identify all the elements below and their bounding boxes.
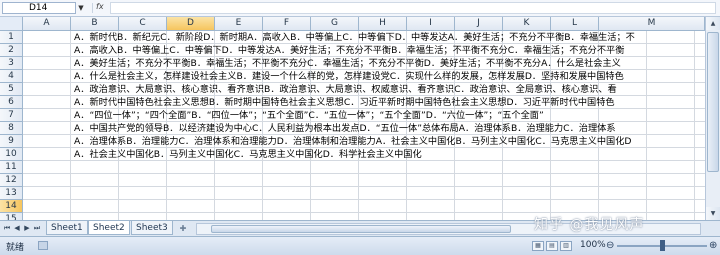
column-header-b[interactable]: B [71,17,119,31]
cell-b9[interactable]: A．治理体系B．治理能力C．治理体系和治理能力D．治理体制和治理能力A．社会主义… [74,135,631,148]
row-header-7[interactable]: 7 [0,109,23,122]
worksheet-grid[interactable]: ABCDEFGHIJKLM 1 2 3 4 5 6 7 8 9 10 11 12 13 14 15 A．新时… [0,17,720,220]
prev-sheet-icon[interactable]: ◀ [12,223,22,234]
row-header-12[interactable]: 12 [0,174,23,187]
row-header-10[interactable]: 10 [0,148,23,161]
row-header-11[interactable]: 11 [0,161,23,174]
cell-b7[interactable]: A．“四位一体”；“四个全面”B．“四位一体”；“五个全面”C．“五位一体”；“… [74,109,544,122]
cell-b2[interactable]: A．高收入B．中等偏上C．中等偏下D．中等发达A．美好生活；不充分不平衡B．幸福… [74,44,624,57]
row-header-3[interactable]: 3 [0,57,23,70]
row-header-6[interactable]: 6 [0,96,23,109]
cell-b6[interactable]: A．新时代中国特色社会主义思想B．新时期中国特色社会主义思想C．习近平新时期中国… [74,96,615,109]
page-break-view-icon[interactable]: ▥ [560,241,572,251]
cell-b1[interactable]: A．新时代B．新纪元C．新阶段D．新时期A．高收入B．中等偏上C．中等偏下D．中… [74,31,635,44]
zoom-out-icon[interactable]: ⊖ [606,240,614,251]
row-header-15[interactable]: 15 [0,213,23,220]
column-header-c[interactable]: C [119,17,167,31]
row-header-1[interactable]: 1 [0,31,23,44]
row-header-13[interactable]: 13 [0,187,23,200]
next-sheet-icon[interactable]: ▶ [22,223,32,234]
status-bar: 就绪 ▦ ▤ ▥ 100% ⊖ ⊕ [0,236,720,255]
row-header-2[interactable]: 2 [0,44,23,57]
row-header-9[interactable]: 9 [0,135,23,148]
insert-function-icon[interactable]: fx [96,2,104,11]
last-sheet-icon[interactable]: ⏭ [32,223,42,234]
column-header-j[interactable]: J [455,17,503,31]
formula-separator [92,3,93,13]
cell-b3[interactable]: A．美好生活；不充分不平衡B．幸福生活；不平衡不充分C．幸福生活；不充分不平衡D… [74,57,621,70]
formula-input[interactable] [110,2,716,14]
normal-view-icon[interactable]: ▦ [532,241,544,251]
column-header-a[interactable]: A [23,17,71,31]
vertical-scroll-thumb[interactable] [707,32,719,172]
zoom-in-icon[interactable]: ⊕ [709,240,717,251]
zoom-percent[interactable]: 100% [580,240,606,250]
horizontal-scroll-thumb[interactable] [211,225,511,233]
sheet-tab-3[interactable]: Sheet3 [131,221,173,235]
name-box-dropdown-icon[interactable]: ▼ [76,2,86,14]
column-header-l[interactable]: L [551,17,599,31]
scroll-down-icon[interactable]: ▼ [706,207,720,220]
cell-area[interactable]: A．新时代B．新纪元C．新阶段D．新时期A．高收入B．中等偏上C．中等偏下D．中… [23,31,705,220]
column-header-g[interactable]: G [311,17,359,31]
column-header-k[interactable]: K [503,17,551,31]
vertical-scrollbar[interactable]: ▲ ▼ [705,17,720,220]
watermark: 知乎 @我见风声 [534,217,645,233]
row-header-14[interactable]: 14 [0,200,23,213]
macro-record-icon[interactable] [38,241,48,250]
zoom-slider-thumb[interactable] [660,240,665,251]
row-header-5[interactable]: 5 [0,83,23,96]
cell-b10[interactable]: A．社会主义中国化B．马列主义中国化C．马克思主义中国化D．科学社会主义中国化 [74,148,422,161]
page-layout-view-icon[interactable]: ▤ [546,241,558,251]
select-all-corner[interactable] [0,17,23,31]
cell-b8[interactable]: A．中国共产党的领导B．以经济建设为中心C．人民利益为根本出发点D．“五位一体”… [74,122,616,135]
row-header-4[interactable]: 4 [0,70,23,83]
column-header-d[interactable]: D [167,17,215,31]
sheet-tab-1[interactable]: Sheet1 [46,221,88,235]
cell-b5[interactable]: A．政治意识、大局意识、核心意识、看齐意识B．政治意识、大局意识、权威意识、看齐… [74,83,617,96]
insert-sheet-icon[interactable]: ✚ [176,222,190,235]
first-sheet-icon[interactable]: ⏮ [2,223,12,234]
status-ready: 就绪 [6,243,25,253]
name-box[interactable]: D14 [2,2,76,14]
column-header-m[interactable]: M [599,17,705,31]
column-header-f[interactable]: F [263,17,311,31]
column-header-i[interactable]: I [407,17,455,31]
column-header-h[interactable]: H [359,17,407,31]
scroll-up-icon[interactable]: ▲ [706,17,720,30]
row-header-8[interactable]: 8 [0,122,23,135]
cell-b4[interactable]: A．什么是社会主义，怎样建设社会主义B．建设一个什么样的党，怎样建设党C．实现什… [74,70,624,83]
column-header-e[interactable]: E [215,17,263,31]
formula-bar: D14 ▼ fx [0,0,720,17]
sheet-tab-2[interactable]: Sheet2 [88,221,130,235]
